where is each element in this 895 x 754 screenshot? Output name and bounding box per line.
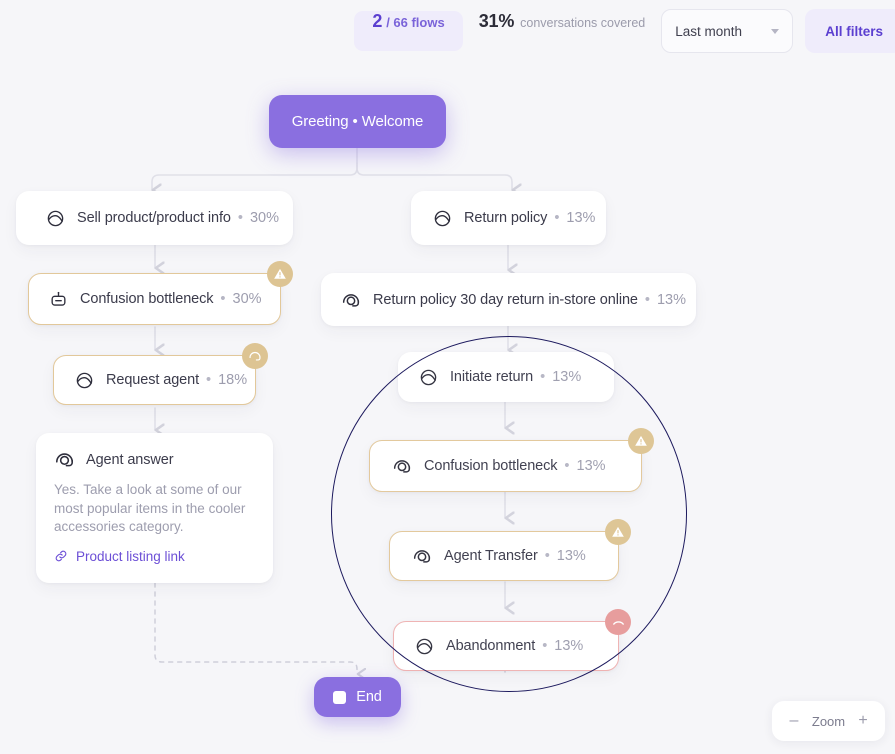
flow-node-label: Sell product/product info: [77, 210, 231, 226]
all-filters-label: All filters: [825, 23, 883, 39]
flow-node-percent: 18%: [218, 372, 248, 388]
flows-count-total: / 66 flows: [386, 15, 445, 30]
flow-node-end[interactable]: End: [314, 677, 401, 717]
flow-node-greeting-welcome[interactable]: Greeting • Welcome: [269, 95, 446, 148]
agent-answer-body: Yes. Take a look at some of our most pop…: [54, 482, 246, 534]
warning-icon[interactable]: [267, 261, 293, 287]
intent-icon: [415, 637, 434, 656]
flows-count-value: 2: [372, 11, 383, 31]
separator: •: [644, 291, 650, 308]
flow-node-initiate-return[interactable]: Initiate return • 13%: [398, 352, 614, 402]
flow-node-percent: 13%: [556, 548, 586, 564]
agent-answer-card[interactable]: Agent answer Yes. Take a look at some of…: [36, 433, 273, 583]
bot-icon: [49, 290, 68, 309]
intent-icon: [419, 368, 438, 387]
product-listing-link[interactable]: Product listing link: [54, 549, 255, 564]
agent-icon[interactable]: [242, 343, 268, 369]
flow-node-label: Confusion bottleneck: [80, 291, 214, 307]
flow-node-label: Request agent: [106, 372, 200, 388]
flow-analytics-screen: 2 / 66 flows 31% conversations covered L…: [0, 0, 895, 754]
hangup-icon[interactable]: [605, 609, 631, 635]
flow-node-abandonment[interactable]: Abandonment • 13%: [393, 609, 631, 671]
flow-node-label: Greeting • Welcome: [291, 113, 424, 130]
agent-answer-title: Agent answer: [86, 451, 174, 468]
flow-node-percent: 13%: [576, 458, 606, 474]
date-range-value: Last month: [675, 23, 743, 39]
coverage-label: conversations covered: [520, 16, 646, 30]
flow-node-agent-transfer[interactable]: Agent Transfer • 13%: [389, 519, 631, 581]
flow-node-percent: 13%: [552, 369, 582, 385]
flow-canvas[interactable]: Greeting • Welcome Sell product/product …: [0, 0, 895, 754]
flows-count-pill: 2 / 66 flows: [354, 11, 463, 51]
flow-node-percent: 13%: [656, 291, 687, 308]
flow-node-label: Abandonment: [446, 638, 536, 654]
stop-square-icon: [333, 690, 347, 704]
agent-icon: [412, 546, 432, 566]
flow-node-confusion-bottleneck-right[interactable]: Confusion bottleneck • 13%: [369, 428, 654, 492]
chevron-down-icon: [771, 28, 780, 34]
separator: •: [220, 291, 226, 307]
warning-icon[interactable]: [628, 428, 654, 454]
product-listing-link-label: Product listing link: [76, 548, 185, 564]
flow-node-percent: 13%: [566, 210, 596, 226]
zoom-control[interactable]: – Zoom +: [772, 701, 885, 741]
flow-node-label: Initiate return: [450, 369, 534, 385]
agent-icon: [392, 456, 412, 476]
flow-node-label: Return policy 30 day return in-store onl…: [373, 291, 638, 308]
flow-node-label: Return policy: [464, 210, 548, 226]
coverage-value: 31%: [478, 11, 515, 31]
intent-icon: [46, 209, 65, 228]
flow-node-percent: 13%: [554, 638, 584, 654]
toolbar: 2 / 66 flows 31% conversations covered L…: [0, 0, 895, 62]
flow-node-return-policy[interactable]: Return policy • 13%: [411, 191, 606, 245]
flow-node-confusion-bottleneck-left[interactable]: Confusion bottleneck • 30%: [28, 261, 293, 325]
flow-node-return-policy-30-day[interactable]: Return policy 30 day return in-store onl…: [321, 273, 696, 326]
separator: •: [564, 458, 570, 474]
separator: •: [206, 372, 212, 388]
separator: •: [542, 638, 548, 654]
intent-icon: [75, 371, 94, 390]
flow-node-request-agent[interactable]: Request agent • 18%: [53, 343, 268, 405]
all-filters-button[interactable]: All filters: [805, 9, 895, 53]
separator: •: [540, 369, 546, 385]
agent-icon: [54, 449, 75, 470]
zoom-out-button[interactable]: –: [786, 713, 802, 729]
coverage-stat: 31% conversations covered: [475, 11, 650, 51]
agent-icon: [341, 290, 361, 310]
separator: •: [237, 210, 243, 226]
agent-answer-header: Agent answer: [54, 449, 255, 470]
flow-node-percent: 30%: [232, 291, 262, 307]
warning-icon[interactable]: [605, 519, 631, 545]
link-icon: [54, 549, 68, 563]
flow-node-percent: 30%: [249, 210, 279, 226]
zoom-label: Zoom: [811, 713, 846, 729]
date-range-select[interactable]: Last month: [661, 9, 794, 53]
flow-node-sell-product[interactable]: Sell product/product info • 30%: [16, 191, 293, 245]
flow-node-label: End: [356, 689, 382, 705]
zoom-in-button[interactable]: +: [855, 713, 871, 729]
flow-node-label: Agent Transfer: [444, 548, 538, 564]
intent-icon: [433, 209, 452, 228]
separator: •: [554, 210, 560, 226]
separator: •: [544, 548, 550, 564]
flow-node-label: Confusion bottleneck: [424, 458, 558, 474]
